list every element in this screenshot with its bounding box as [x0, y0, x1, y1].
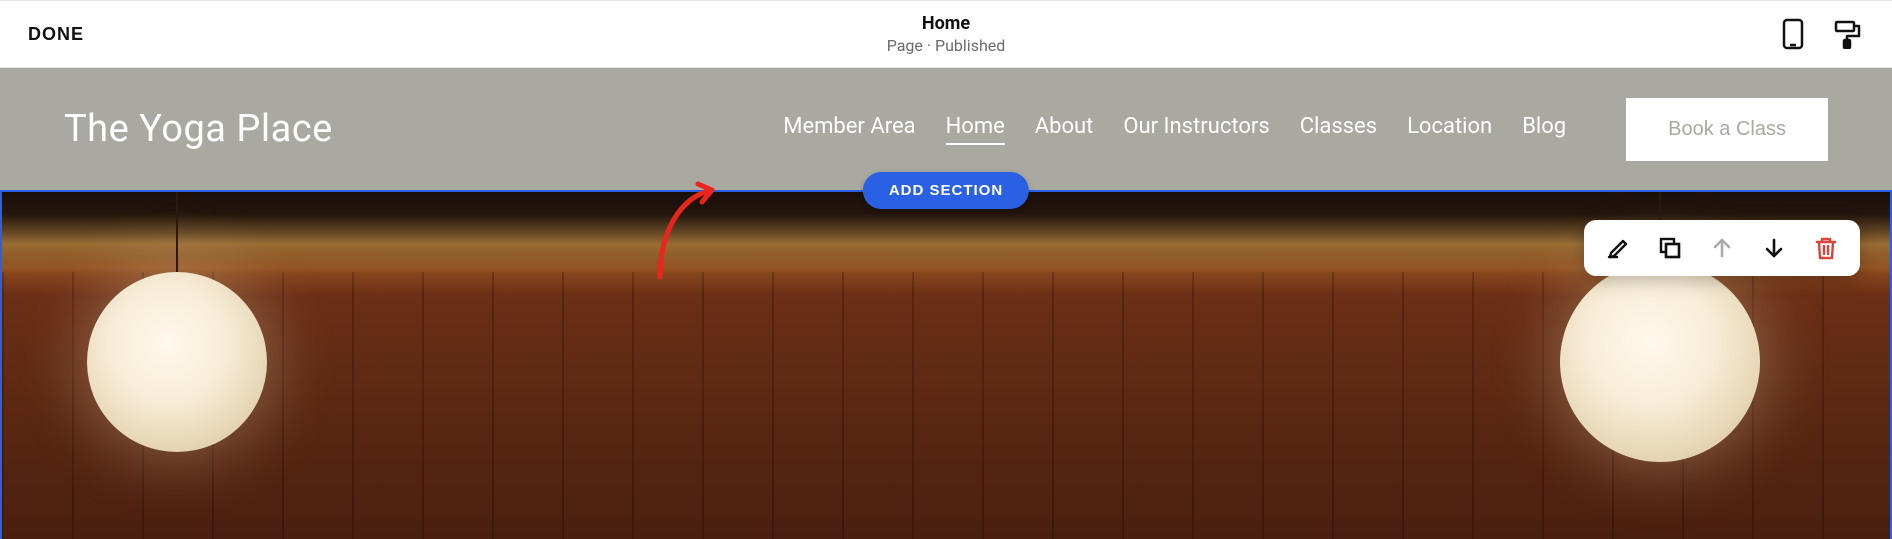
- nav-item-member-area[interactable]: Member Area: [783, 114, 915, 145]
- arrow-down-icon: [1761, 235, 1787, 261]
- topbar-actions: [1780, 16, 1864, 52]
- arrow-up-icon: [1709, 235, 1735, 261]
- nav-item-home[interactable]: Home: [946, 114, 1005, 145]
- nav-item-about[interactable]: About: [1035, 114, 1094, 145]
- page-title: Home: [887, 13, 1006, 34]
- selected-section[interactable]: [0, 190, 1892, 539]
- section-toolbar: [1584, 220, 1860, 276]
- site-nav: Member Area Home About Our Instructors C…: [783, 98, 1828, 161]
- book-a-class-button[interactable]: Book a Class: [1626, 98, 1828, 161]
- add-section-button[interactable]: ADD SECTION: [863, 172, 1029, 209]
- section-background-image: [87, 272, 267, 452]
- editor-topbar: DONE Home Page · Published: [0, 0, 1892, 68]
- editor-canvas: ADD SECTION: [0, 190, 1892, 539]
- nav-item-location[interactable]: Location: [1407, 114, 1492, 145]
- edit-section-button[interactable]: [1594, 224, 1642, 272]
- delete-section-button[interactable]: [1802, 224, 1850, 272]
- pencil-icon: [1605, 235, 1631, 261]
- nav-item-blog[interactable]: Blog: [1522, 114, 1566, 145]
- move-section-up-button: [1698, 224, 1746, 272]
- styles-button[interactable]: [1830, 17, 1864, 51]
- section-background-image: [1560, 262, 1760, 462]
- duplicate-section-button[interactable]: [1646, 224, 1694, 272]
- nav-item-classes[interactable]: Classes: [1300, 114, 1377, 145]
- mobile-preview-button[interactable]: [1780, 16, 1806, 52]
- move-section-down-button[interactable]: [1750, 224, 1798, 272]
- paint-roller-icon: [1832, 19, 1862, 49]
- site-title[interactable]: The Yoga Place: [64, 107, 333, 151]
- page-status: Page · Published: [887, 36, 1006, 55]
- mobile-icon: [1782, 18, 1804, 50]
- nav-item-our-instructors[interactable]: Our Instructors: [1123, 114, 1269, 145]
- done-button[interactable]: DONE: [28, 24, 84, 45]
- duplicate-icon: [1657, 235, 1683, 261]
- trash-icon: [1813, 235, 1839, 261]
- topbar-page-info: Home Page · Published: [887, 13, 1006, 55]
